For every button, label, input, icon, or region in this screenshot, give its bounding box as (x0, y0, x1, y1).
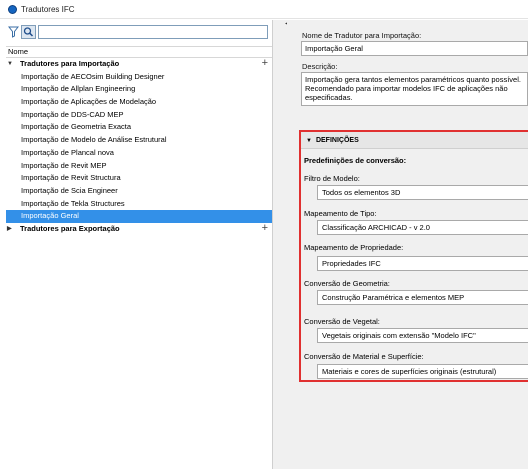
export-group-label: Tradutores para Exportação (20, 223, 120, 233)
expanded-caret-icon[interactable]: ▼ (7, 58, 13, 71)
conversion-presets-label: Predefinições de conversão: (304, 156, 407, 165)
model-filter-select[interactable]: Todos os elementos 3D (317, 185, 528, 200)
import-items: Importação de AECOsim Building Designer I… (6, 71, 272, 223)
search-icon (23, 27, 34, 37)
filter-icon[interactable] (8, 26, 19, 38)
translator-list-item[interactable]: Importação de Aplicações de Modelação (6, 96, 272, 109)
translator-list-item[interactable]: Importação de Tekla Structures (6, 198, 272, 211)
definitions-section: ▼ DEFINIÇÕES Predefinições de conversão: … (299, 130, 528, 382)
material-conversion-label: Conversão de Material e Superfície: (304, 352, 424, 361)
type-mapping-select[interactable]: Classificação ARCHICAD - v 2.0 (317, 220, 528, 235)
translator-list-item[interactable]: Importação de Scia Engineer (6, 185, 272, 198)
translator-list-item[interactable]: Importação de Modelo de Análise Estrutur… (6, 134, 272, 147)
list-toolbar (0, 20, 273, 44)
translator-list-item[interactable]: Importação de DDS-CAD MEP (6, 109, 272, 122)
export-group-row[interactable]: ▶ Tradutores para Exportação + (6, 222, 272, 236)
app-icon (8, 5, 17, 14)
model-filter-label: Filtro de Modelo: (304, 174, 360, 183)
translator-list-item[interactable]: Importação de Plancal nova (6, 147, 272, 160)
vegetation-conversion-select[interactable]: Vegetais originais com extensão "Modelo … (317, 328, 528, 343)
description-label: Descrição: (302, 62, 338, 71)
material-conversion-select[interactable]: Materiais e cores de superfícies origina… (317, 364, 528, 379)
type-mapping-label: Mapeamento de Tipo: (304, 209, 377, 218)
import-group-row[interactable]: ▼ Tradutores para Importação + (6, 57, 272, 71)
add-export-translator-icon[interactable]: + (262, 222, 268, 235)
translator-name-field[interactable]: Importação Geral (301, 41, 528, 56)
title-bar: Tradutores IFC (0, 0, 528, 19)
definitions-header[interactable]: ▼ DEFINIÇÕES (301, 132, 528, 149)
definitions-title: DEFINIÇÕES (315, 137, 359, 144)
translator-tree: ▼ Tradutores para Importação + Importaçã… (6, 57, 272, 236)
panel-divider[interactable] (273, 20, 287, 469)
translator-list-item[interactable]: Importação de Revit Structura (6, 172, 272, 185)
search-input[interactable] (38, 25, 268, 39)
translator-list-item[interactable]: Importação de AECOsim Building Designer (6, 71, 272, 84)
translator-list-item[interactable]: Importação de Allplan Engineering (6, 83, 272, 96)
add-import-translator-icon[interactable]: + (262, 57, 268, 70)
expanded-caret-icon: ▼ (306, 138, 312, 144)
column-header-name[interactable]: Nome (6, 46, 272, 58)
translator-list-item[interactable]: Importação Geral (6, 210, 272, 223)
geometry-conversion-label: Conversão de Geometria: (304, 279, 390, 288)
vegetation-conversion-label: Conversão de Vegetal: (304, 317, 380, 326)
geometry-conversion-select[interactable]: Construção Paramétrica e elementos MEP (317, 290, 528, 305)
translator-list-item[interactable]: Importação de Revit MEP (6, 160, 272, 173)
import-group-label: Tradutores para Importação (20, 59, 120, 68)
property-mapping-select[interactable]: Propriedades IFC (317, 256, 528, 271)
description-field[interactable]: Importação gera tantos elementos paramét… (301, 72, 528, 106)
translator-list-panel: Nome ▼ Tradutores para Importação + Impo… (0, 20, 273, 469)
collapsed-caret-icon[interactable]: ▶ (7, 223, 12, 236)
translator-name-label: Nome de Tradutor para Importação: (302, 31, 422, 40)
property-mapping-label: Mapeamento de Propriedade: (304, 243, 404, 252)
translator-list-item[interactable]: Importação de Geometria Exacta (6, 121, 272, 134)
search-button[interactable] (21, 25, 36, 39)
window-title: Tradutores IFC (21, 5, 75, 14)
